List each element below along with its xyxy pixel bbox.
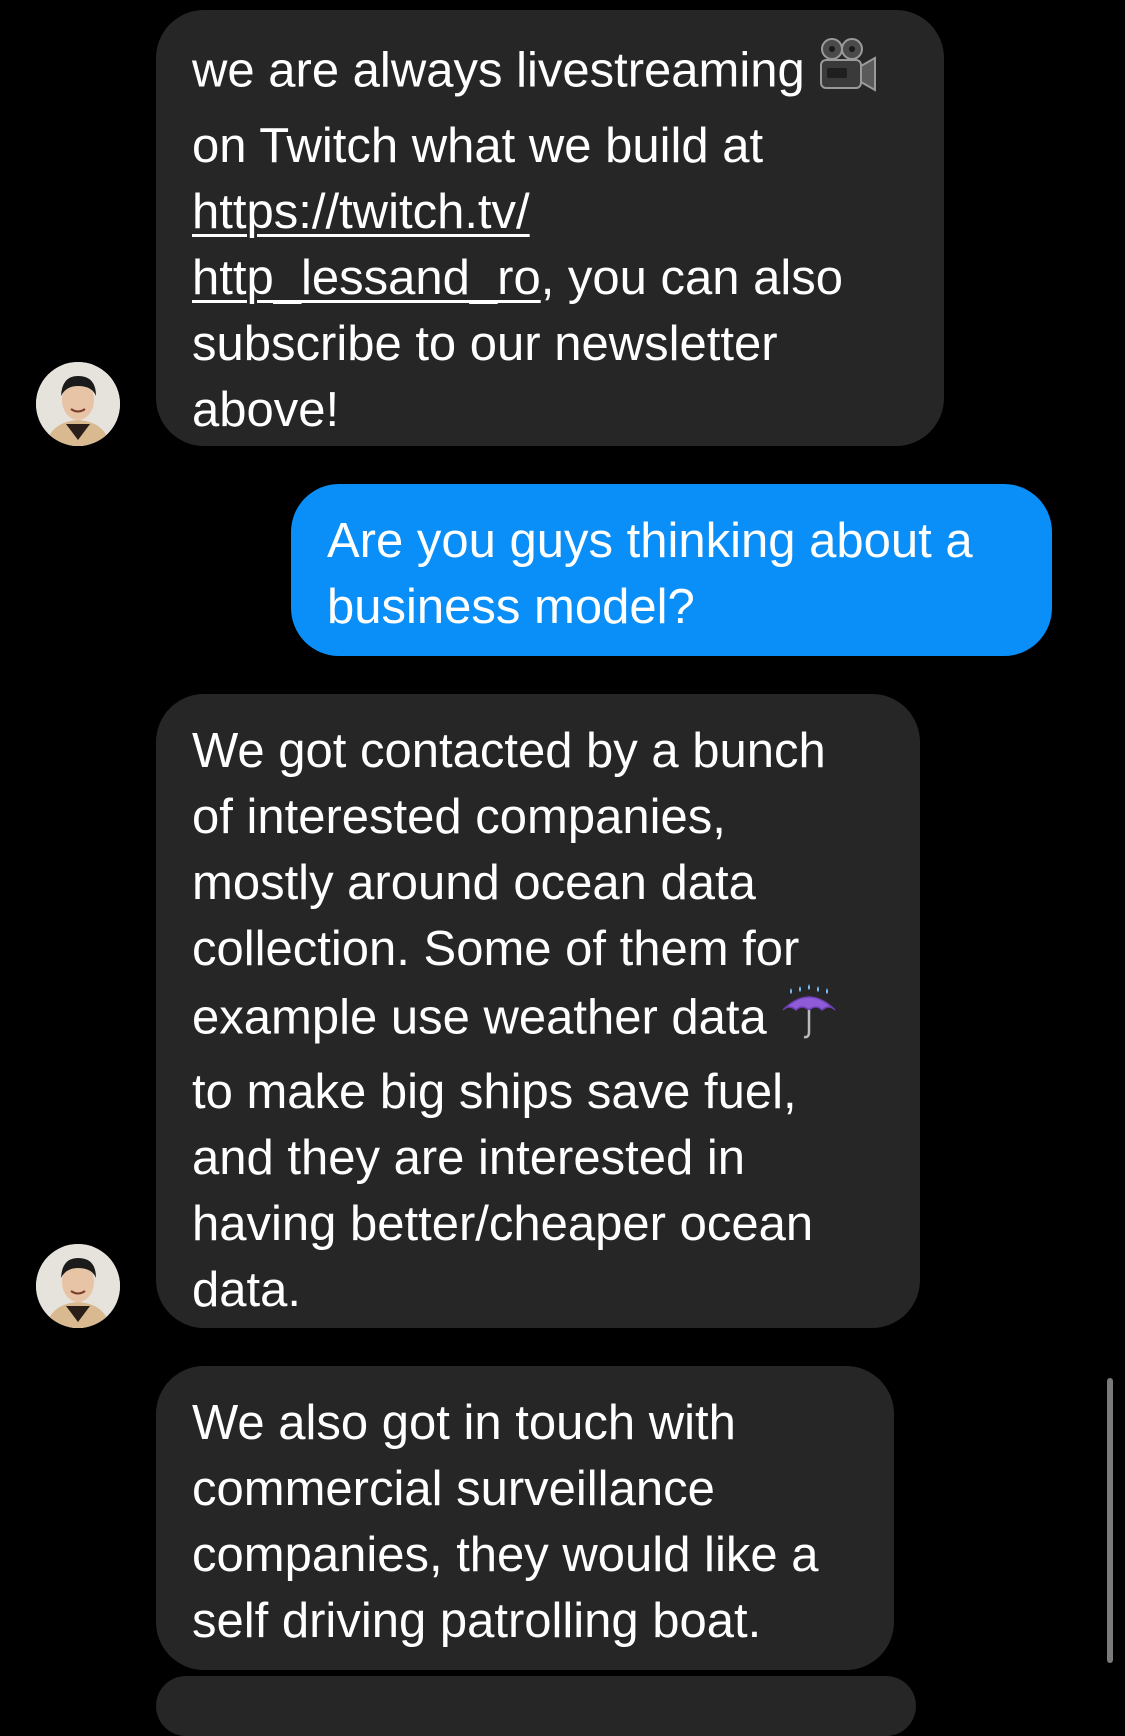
- message-bubble-incoming[interactable]: We got contacted by a bunch of intereste…: [156, 694, 920, 1328]
- message-text-line: of interested companies,: [192, 790, 726, 844]
- message-text-line: collection. Some of them for: [192, 922, 800, 976]
- message-text-line: business model?: [327, 580, 695, 634]
- twitch-link[interactable]: https://twitch.tv/: [192, 179, 908, 245]
- message-text-line: subscribe to our newsletter: [192, 317, 778, 371]
- twitch-link-part[interactable]: http_lessand_ro: [192, 251, 541, 305]
- message-text-line: We got contacted by a bunch: [192, 724, 826, 778]
- message-text-line: to make big ships save fuel,: [192, 1065, 797, 1119]
- message-text-line: and they are interested in: [192, 1131, 745, 1185]
- scrollbar[interactable]: [1107, 1378, 1113, 1663]
- avatar[interactable]: [36, 362, 120, 446]
- message-text-line: having better/cheaper ocean: [192, 1197, 814, 1251]
- movie-camera-icon: [817, 34, 879, 113]
- message-text-line: example use weather data: [192, 982, 884, 1059]
- message-text-line: above!: [192, 383, 340, 437]
- message-bubble-outgoing[interactable]: Are you guys thinking about a business m…: [291, 484, 1052, 656]
- message-text-line: on Twitch what we build at: [192, 119, 764, 173]
- message-bubble-incoming[interactable]: We also got in touch with commercial sur…: [156, 1366, 894, 1670]
- message-text-line: commercial surveillance: [192, 1462, 715, 1516]
- twitch-link-part[interactable]: https://twitch.tv/: [192, 185, 530, 239]
- avatar[interactable]: [36, 1244, 120, 1328]
- message-text-line: self driving patrolling boat.: [192, 1594, 762, 1648]
- message-text-line: data.: [192, 1263, 301, 1317]
- message-text-line: Are you guys thinking about a: [327, 514, 973, 568]
- message-text-line: companies, they would like a: [192, 1528, 819, 1582]
- message-text-line: We also got in touch with: [192, 1396, 736, 1450]
- message-text-line: http_lessand_ro, you can also: [192, 251, 844, 305]
- message-text-line: mostly around ocean data: [192, 856, 756, 910]
- umbrella-with-rain-icon: [779, 982, 839, 1059]
- message-text-line: we are always livestreaming: [192, 34, 908, 113]
- message-bubble-incoming-partial[interactable]: [156, 1676, 916, 1736]
- message-bubble-incoming[interactable]: we are always livestreaming on Twitch wh…: [156, 10, 944, 446]
